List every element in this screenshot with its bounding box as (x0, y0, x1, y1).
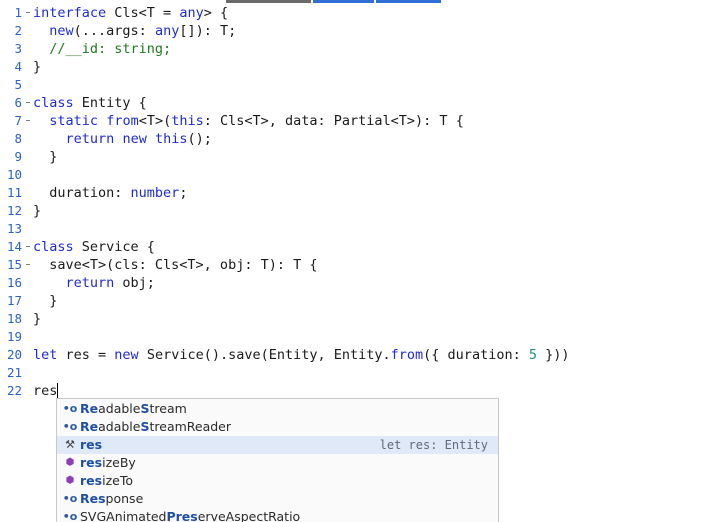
suggestion-item[interactable]: ⬢ resizeTo (57, 472, 498, 490)
code-line[interactable]: 18} (0, 310, 709, 328)
line-number: 20 (6, 347, 22, 362)
code-text[interactable]: let res = new Service().save(Entity, Ent… (33, 346, 570, 364)
code-line[interactable]: 1 interface Cls<T = any> { (0, 4, 709, 22)
code-line[interactable]: 3 //__id: string; (0, 40, 709, 58)
line-number: 5 (14, 77, 22, 92)
method-icon: ⬢ (65, 475, 75, 486)
fold-toggle-icon[interactable] (26, 120, 30, 121)
code-text[interactable]: return new this(); (33, 130, 212, 148)
code-text[interactable]: } (33, 202, 41, 220)
code-text[interactable]: res (33, 382, 59, 400)
line-number: 10 (6, 167, 22, 182)
autocomplete-suggestions[interactable]: •o ReadableStream •o ReadableStreamReader ⚒ r… (56, 398, 499, 522)
code-text[interactable]: class Entity { (33, 94, 147, 112)
code-line[interactable]: 12} (0, 202, 709, 220)
code-text[interactable]: //__id: string; (33, 40, 171, 58)
suggestion-label: ReadableStreamReader (80, 419, 232, 434)
line-number: 2 (14, 23, 22, 38)
property-icon: •o (62, 510, 78, 522)
code-line[interactable]: 14 class Service { (0, 238, 709, 256)
code-line[interactable]: 7 static from<T>(this: Cls<T>, data: Par… (0, 112, 709, 130)
code-line[interactable]: 21 (0, 364, 709, 382)
line-number: 4 (14, 59, 22, 74)
code-line[interactable]: 6 class Entity { (0, 94, 709, 112)
property-icon: •o (62, 402, 78, 415)
suggestion-item[interactable]: •o ReadableStream (57, 400, 498, 418)
text-cursor (57, 383, 59, 398)
suggestion-item[interactable]: •o SVGAnimatedPreserveAspectRatio (57, 508, 498, 522)
line-number: 15 (6, 257, 22, 272)
tab-indicator-active-2[interactable] (376, 0, 441, 3)
fold-toggle-icon[interactable] (26, 12, 30, 13)
code-line[interactable]: 2 new(...args: any[]): T; (0, 22, 709, 40)
code-line[interactable]: 9 } (0, 148, 709, 166)
line-number: 7 (14, 113, 22, 128)
line-number: 21 (6, 365, 22, 380)
code-text[interactable]: duration: number; (33, 184, 187, 202)
code-line[interactable]: 5 (0, 76, 709, 94)
code-line[interactable]: 20 let res = new Service().save(Entity, E… (0, 346, 709, 364)
property-icon: •o (62, 420, 78, 433)
line-number: 1 (14, 5, 22, 20)
suggestion-label: resizeBy (80, 455, 136, 470)
code-line[interactable]: 13 (0, 220, 709, 238)
suggestion-item[interactable]: ⬢ resizeBy (57, 454, 498, 472)
line-number: 17 (6, 293, 22, 308)
code-text[interactable]: } (33, 58, 41, 76)
code-line[interactable]: 10 (0, 166, 709, 184)
tab-indicator-active[interactable] (313, 0, 374, 3)
line-number: 6 (14, 95, 22, 110)
code-text[interactable]: } (33, 148, 57, 166)
fold-toggle-icon[interactable] (26, 102, 30, 103)
line-number: 9 (14, 149, 22, 164)
code-line[interactable]: 15 save<T>(cls: Cls<T>, obj: T): T { (0, 256, 709, 274)
line-number: 14 (6, 239, 22, 254)
property-icon: •o (62, 492, 78, 505)
code-text[interactable]: } (33, 292, 57, 310)
line-number: 13 (6, 221, 22, 236)
code-text[interactable]: static from<T>(this: Cls<T>, data: Parti… (33, 112, 464, 130)
line-number: 22 (6, 383, 22, 398)
fold-toggle-icon[interactable] (26, 246, 30, 247)
tab-strip (0, 0, 709, 3)
suggestion-item[interactable]: •o ReadableStreamReader (57, 418, 498, 436)
code-line[interactable]: 17 } (0, 292, 709, 310)
suggestion-label: ReadableStream (80, 401, 187, 416)
code-line[interactable]: 8 return new this(); (0, 130, 709, 148)
line-number: 12 (6, 203, 22, 218)
suggestion-label: SVGAnimatedPreserveAspectRatio (80, 509, 301, 522)
code-line[interactable]: 4} (0, 58, 709, 76)
code-line[interactable]: 11 duration: number; (0, 184, 709, 202)
code-line[interactable]: 19 (0, 328, 709, 346)
line-number: 11 (6, 185, 22, 200)
fold-toggle-icon[interactable] (26, 264, 30, 265)
line-number: 8 (14, 131, 22, 146)
code-text[interactable]: interface Cls<T = any> { (33, 4, 228, 22)
suggestion-label: res (80, 437, 103, 452)
code-line[interactable]: 16 return obj; (0, 274, 709, 292)
code-text[interactable]: class Service { (33, 238, 155, 256)
code-text[interactable]: save<T>(cls: Cls<T>, obj: T): T { (33, 256, 317, 274)
line-number: 19 (6, 329, 22, 344)
code-text[interactable]: new(...args: any[]): T; (33, 22, 236, 40)
variable-icon: ⚒ (65, 438, 75, 451)
line-number: 16 (6, 275, 22, 290)
code-text[interactable]: } (33, 310, 41, 328)
tab-indicator-inactive[interactable] (226, 0, 311, 3)
line-number: 3 (14, 41, 22, 56)
suggestion-label: resizeTo (80, 473, 133, 488)
suggestion-label: Response (80, 491, 144, 506)
method-icon: ⬢ (65, 457, 75, 468)
suggestion-detail: let res: Entity (379, 438, 488, 452)
suggestion-item[interactable]: •o Response (57, 490, 498, 508)
line-number: 18 (6, 311, 22, 326)
suggestion-item[interactable]: ⚒ res let res: Entity (57, 436, 498, 454)
code-text[interactable]: return obj; (33, 274, 155, 292)
